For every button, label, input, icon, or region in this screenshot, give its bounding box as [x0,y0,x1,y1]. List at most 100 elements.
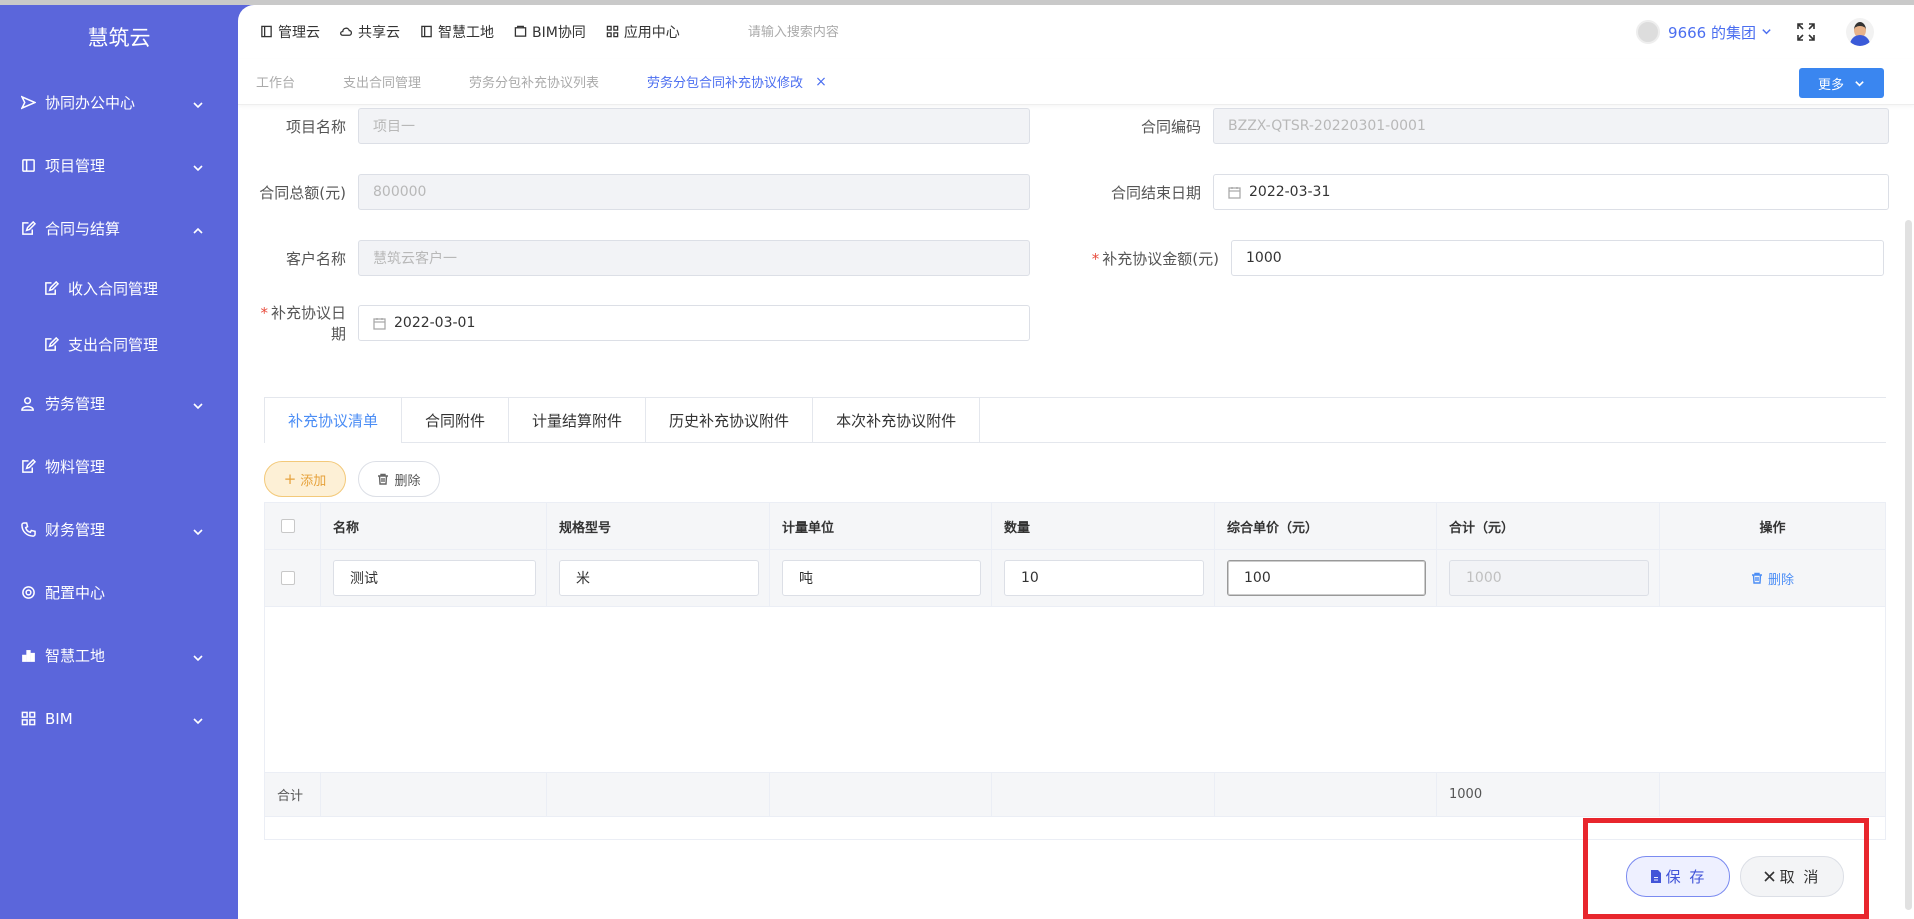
select-all-checkbox[interactable] [281,519,295,533]
label-text: 补充协议金额(元) [1102,249,1219,268]
more-button[interactable]: 更多 [1799,68,1884,98]
fullscreen-icon[interactable] [1796,22,1816,42]
sidebar-item-label: 协同办公中心 [45,94,136,112]
field-label: * 补充协议日期 [258,302,346,344]
nav-label: 智慧工地 [438,25,494,41]
sidebar-item-finance[interactable]: 财务管理 [0,498,238,561]
sidebar-item-config[interactable]: 配置中心 [0,561,238,624]
chevron-up-icon [192,223,204,235]
calendar-icon [373,317,386,330]
tab-settlement-attachments[interactable]: 计量结算附件 [509,398,647,443]
sidebar-item-project[interactable]: 项目管理 [0,134,238,197]
field-label: 合同总额(元) [259,183,346,202]
nav-management-cloud[interactable]: 管理云 [260,22,320,42]
org-avatar[interactable] [1636,20,1661,44]
book-icon [20,158,36,174]
tab-current-attachments[interactable]: 本次补充协议附件 [813,398,981,443]
name-input[interactable]: 测试 [333,560,536,596]
close-icon[interactable]: × [815,74,827,90]
phone-icon [20,522,36,538]
sidebar-item-label: 智慧工地 [45,647,106,665]
nav-label: 管理云 [278,25,320,41]
sidebar-item-expense-contract[interactable]: 支出合同管理 [0,316,238,372]
sidebar-item-bim[interactable]: BIM [0,687,238,750]
cell-qty: 10 [992,550,1215,606]
tab-expense-contract[interactable]: 支出合同管理 [343,72,421,91]
search-input[interactable] [747,24,928,40]
chevron-down-icon [1855,80,1864,87]
spec-input[interactable]: 米 [559,560,759,596]
nav-smart-site[interactable]: 智慧工地 [420,22,494,42]
sidebar-item-income-contract[interactable]: 收入合同管理 [0,260,238,316]
book-icon [260,25,274,39]
main-content: 管理云 共享云 智慧工地 BIM协同 应用中心 9666 的集团 [238,5,1914,919]
delete-button[interactable]: 删除 [358,461,440,497]
col-name: 名称 [321,503,547,549]
row-delete-link[interactable]: 删除 [1660,569,1885,588]
supp-date-input[interactable]: 2022-03-01 [358,305,1030,341]
vertical-scrollbar[interactable] [1905,220,1912,910]
sidebar-item-label: BIM [45,709,73,728]
edit-doc-icon [43,280,59,296]
tab-supplement-items[interactable]: 补充协议清单 [264,398,403,443]
row-checkbox[interactable] [281,571,295,585]
grid-icon [606,25,620,39]
field-label: 客户名称 [285,249,346,268]
field-label: * 补充协议金额(元) [1083,248,1219,269]
sidebar-item-label: 财务管理 [45,521,106,539]
supp-amount-input[interactable]: 1000 [1231,240,1884,276]
org-switcher[interactable]: 9666 的集团 [1668,22,1772,43]
nav-label: 应用中心 [623,25,680,41]
tab-history-attachments[interactable]: 历史补充协议附件 [646,398,814,443]
price-input[interactable]: 100 [1227,560,1426,596]
sidebar-item-label: 收入合同管理 [68,279,159,298]
required-mark: * [1091,249,1100,268]
save-button[interactable]: 保 存 [1626,856,1730,897]
trash-icon [378,473,389,485]
col-total: 合计（元） [1437,503,1660,549]
supp-date-value: 2022-03-01 [394,315,476,331]
field-end-date: 合同结束日期 2022-03-31 [1103,174,1889,210]
tab-supplement-list[interactable]: 劳务分包补充协议列表 [469,72,599,91]
sidebar-item-collab[interactable]: 协同办公中心 [0,71,238,134]
gear-icon [20,585,36,601]
tab-contract-attachments[interactable]: 合同附件 [402,398,510,443]
folder-icon [514,25,528,39]
total-amount-input: 800000 [358,174,1030,210]
add-button[interactable]: + 添加 [264,461,346,497]
nav-app-center[interactable]: 应用中心 [606,22,680,42]
tab-supplement-edit[interactable]: 劳务分包合同补充协议修改 × [647,72,827,92]
cell-actions: 删除 [1660,550,1885,606]
end-date-input[interactable]: 2022-03-31 [1213,174,1889,210]
unit-input[interactable]: 吨 [782,560,981,596]
sidebar-item-label: 项目管理 [45,157,106,175]
user-avatar[interactable] [1846,18,1874,46]
col-qty: 数量 [992,503,1215,549]
tab-workbench[interactable]: 工作台 [256,72,295,91]
contract-code-input: BZZX-QTSR-20220301-0001 [1213,108,1889,144]
table-row: 测试 米 吨 10 100 1000 删除 [265,550,1885,607]
save-label: 保 存 [1665,868,1707,886]
sidebar-item-label: 劳务管理 [45,395,106,413]
tab-label: 劳务分包合同补充协议修改 [647,76,804,91]
sidebar-item-smart-site[interactable]: 智慧工地 [0,624,238,687]
sidebar: 慧筑云 协同办公中心 项目管理 合同与结算 收入合同管理 支出合同管理 劳务管理… [0,5,238,919]
sidebar-item-material[interactable]: 物料管理 [0,435,238,498]
close-icon [1764,871,1775,882]
send-icon [20,95,36,111]
nav-bim[interactable]: BIM协同 [514,22,586,42]
sidebar-item-label: 配置中心 [45,584,106,602]
sidebar-item-labor[interactable]: 劳务管理 [0,372,238,435]
chevron-down-icon [1756,23,1772,41]
book-icon [420,25,434,39]
cell-total: 1000 [1437,550,1660,606]
nav-share-cloud[interactable]: 共享云 [340,22,400,42]
cancel-button[interactable]: 取 消 [1740,856,1844,897]
qty-input[interactable]: 10 [1004,560,1204,596]
bar-chart-icon [20,648,36,664]
cell-spec: 米 [547,550,770,606]
row-delete-label: 删除 [1767,572,1794,588]
sidebar-item-contract[interactable]: 合同与结算 [0,197,238,260]
edit-doc-icon [20,221,36,237]
chevron-down-icon [192,160,204,172]
